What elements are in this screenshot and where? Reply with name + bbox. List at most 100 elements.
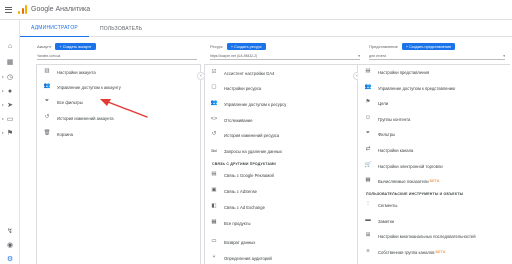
data-deletion-item[interactable]: Dd Запросы на удаление данных: [210, 146, 353, 156]
property-history-item[interactable]: ↺ История изменений ресурса: [210, 130, 353, 140]
property-column-header: Ресурс + Создать ресурс: [210, 42, 266, 51]
account-column-header: Аккаунт + Создать аккаунт: [37, 42, 96, 51]
conversions-icon[interactable]: ⚑: [6, 129, 14, 137]
property-selector[interactable]: https://kazpm.net (UA-98432-2) ▾: [210, 53, 360, 60]
custom-channel-group-item[interactable]: ≡ Собственная группа каналов БЕТА: [364, 247, 506, 257]
annotations-item[interactable]: ▬ Заметки: [364, 216, 506, 226]
behavior-icon[interactable]: ▭: [6, 115, 14, 123]
view-selector[interactable]: для отчета ▾: [369, 53, 505, 60]
attribution-icon[interactable]: ↯: [6, 227, 14, 235]
chevron-down-icon: ▾: [358, 54, 360, 58]
item-label: Все фильтры: [57, 99, 83, 105]
view-filters-item[interactable]: ⏷ Фильтры: [364, 129, 506, 139]
expand-caret-icon: ▸: [2, 102, 5, 107]
item-label: Вычисляемые показатели: [378, 178, 429, 184]
item-label: Управление доступом к ресурсу: [224, 101, 287, 107]
item-label: История изменений ресурса: [224, 132, 280, 138]
account-label: Аккаунт: [37, 44, 52, 49]
item-label: Отслеживание: [224, 117, 253, 123]
property-panel: ☑ Ассистент настройки GA4 ▢ Настройки ре…: [204, 64, 357, 264]
account-access-item[interactable]: 👥 Управление доступом к аккаунту: [43, 82, 196, 92]
property-access-item[interactable]: 👥 Управление доступом к ресурсу: [210, 99, 353, 109]
ecommerce-settings-item[interactable]: 🛒 Настройки электронной торговли: [364, 161, 506, 171]
create-view-button[interactable]: + Создать представление: [401, 43, 456, 50]
analytics-logo-icon: [18, 5, 27, 14]
dd-icon: Dd: [211, 148, 217, 153]
people-icon: 👥: [364, 84, 372, 91]
item-label: Корзина: [57, 131, 73, 137]
segments-item[interactable]: ⋮ Сегменты: [364, 200, 506, 210]
expand-caret-icon: ▸: [2, 74, 5, 79]
item-label: История изменений аккаунта: [57, 115, 114, 121]
calculated-metrics-item[interactable]: ▦ Вычисляемые показатели БЕТА: [364, 176, 506, 186]
item-label: Запросы на удаление данных: [224, 148, 282, 154]
property-selector-value: https://kazpm.net (UA-98432-2): [210, 54, 258, 58]
item-label: Все продукты: [224, 220, 251, 226]
goals-item[interactable]: ⚑ Цели: [364, 98, 506, 108]
audience-icon[interactable]: ●: [6, 87, 14, 95]
all-filters-item[interactable]: ⏷ Все фильтры: [43, 97, 196, 107]
account-history-item[interactable]: ↺ История изменений аккаунта: [43, 113, 196, 123]
top-bar: Google Аналитика: [0, 0, 512, 20]
building-icon: ▥: [44, 68, 50, 75]
item-label: Собственная группа каналов: [378, 249, 435, 255]
item-label: Связь с Google Рекламой: [224, 172, 274, 178]
item-label: Цели: [378, 100, 389, 106]
trash-icon: 🗑: [43, 130, 51, 137]
custom-channel-icon: ≡: [366, 248, 370, 255]
item-label: Заметки: [378, 218, 395, 224]
tracking-item[interactable]: <> Отслеживание: [210, 115, 353, 125]
expand-caret-icon: ▸: [2, 88, 5, 93]
item-label: Настройки аккаунта: [57, 69, 96, 75]
ga4-assistant-item[interactable]: ☑ Ассистент настройки GA4: [210, 68, 353, 78]
create-property-button[interactable]: + Создать ресурс: [226, 43, 266, 50]
people-icon: 👥: [43, 83, 51, 90]
audience-definitions-item[interactable]: ⑂ Определения аудиторий: [210, 253, 353, 263]
view-selector-value: для отчета: [369, 54, 387, 58]
doc-icon: ▤: [365, 68, 371, 75]
item-label: Возврат данных: [224, 239, 256, 245]
create-account-button[interactable]: + Создать аккаунт: [55, 43, 96, 50]
property-settings-item[interactable]: ▢ Настройки ресурса: [210, 83, 353, 93]
adsense-link-item[interactable]: ▣ Связь с AdSense: [210, 186, 353, 196]
account-settings-item[interactable]: ▥ Настройки аккаунта: [43, 67, 196, 77]
create-property-label: Создать ресурс: [234, 44, 262, 49]
view-access-item[interactable]: 👥 Управление доступом к представлению: [364, 83, 506, 93]
google-ads-link-item[interactable]: ▤ Связь с Google Рекламой: [210, 170, 353, 180]
channel-icon: ⇄: [365, 146, 371, 153]
check-square-icon: ☑: [211, 69, 217, 76]
channel-settings-item[interactable]: ⇄ Настройки канала: [364, 145, 506, 155]
item-label: Настройки ресурса: [224, 85, 262, 91]
ads-icon: ▤: [211, 171, 217, 178]
menu-icon[interactable]: [0, 0, 16, 20]
item-label: Связь с AdSense: [224, 188, 257, 194]
filter-icon: ⏷: [44, 98, 50, 105]
acquisition-icon[interactable]: ➤: [6, 101, 14, 109]
data-return-item[interactable]: ▭ Возврат данных: [210, 237, 353, 247]
item-label: Управление доступом к аккаунту: [57, 84, 121, 90]
data-return-icon: ▭: [211, 238, 217, 245]
admin-gear-icon[interactable]: ⚙: [6, 255, 14, 263]
all-products-item[interactable]: ▦ Все продукты: [210, 218, 353, 228]
dashboard-icon[interactable]: ▦: [6, 58, 14, 66]
ad-exchange-link-item[interactable]: ◧ Связь с Ad Exchange: [210, 202, 353, 212]
discover-icon[interactable]: ◉: [6, 241, 14, 249]
expand-caret-icon: ▸: [2, 116, 5, 121]
calc-icon: ▦: [365, 177, 371, 184]
account-selector[interactable]: Yandex.com.ua: [37, 53, 197, 60]
view-settings-item[interactable]: ▤ Настройки представления: [364, 67, 506, 77]
trash-item[interactable]: 🗑 Корзина: [43, 129, 196, 139]
item-label: Ассистент настройки GA4: [224, 70, 275, 76]
home-icon[interactable]: ⌂: [6, 42, 14, 50]
content-groups-item[interactable]: ⚇ Группы контента: [364, 114, 506, 124]
item-label: Управление доступом к представлению: [378, 85, 456, 91]
tab-admin[interactable]: АДМИНИСТРАТОР: [20, 20, 89, 37]
account-panel: ▥ Настройки аккаунта 👥 Управление доступ…: [36, 64, 201, 264]
view-label: Представление: [369, 44, 398, 49]
tab-user[interactable]: ПОЛЬЗОВАТЕЛЬ: [89, 20, 153, 37]
view-column-header: Представление + Создать представление: [369, 42, 456, 51]
item-label: Настройки представления: [378, 69, 430, 75]
ad-exchange-icon: ◧: [211, 203, 217, 210]
multichannel-settings-item[interactable]: ⊞ Настройки многоканальных последователь…: [364, 231, 506, 241]
realtime-icon[interactable]: ◷: [6, 73, 14, 81]
